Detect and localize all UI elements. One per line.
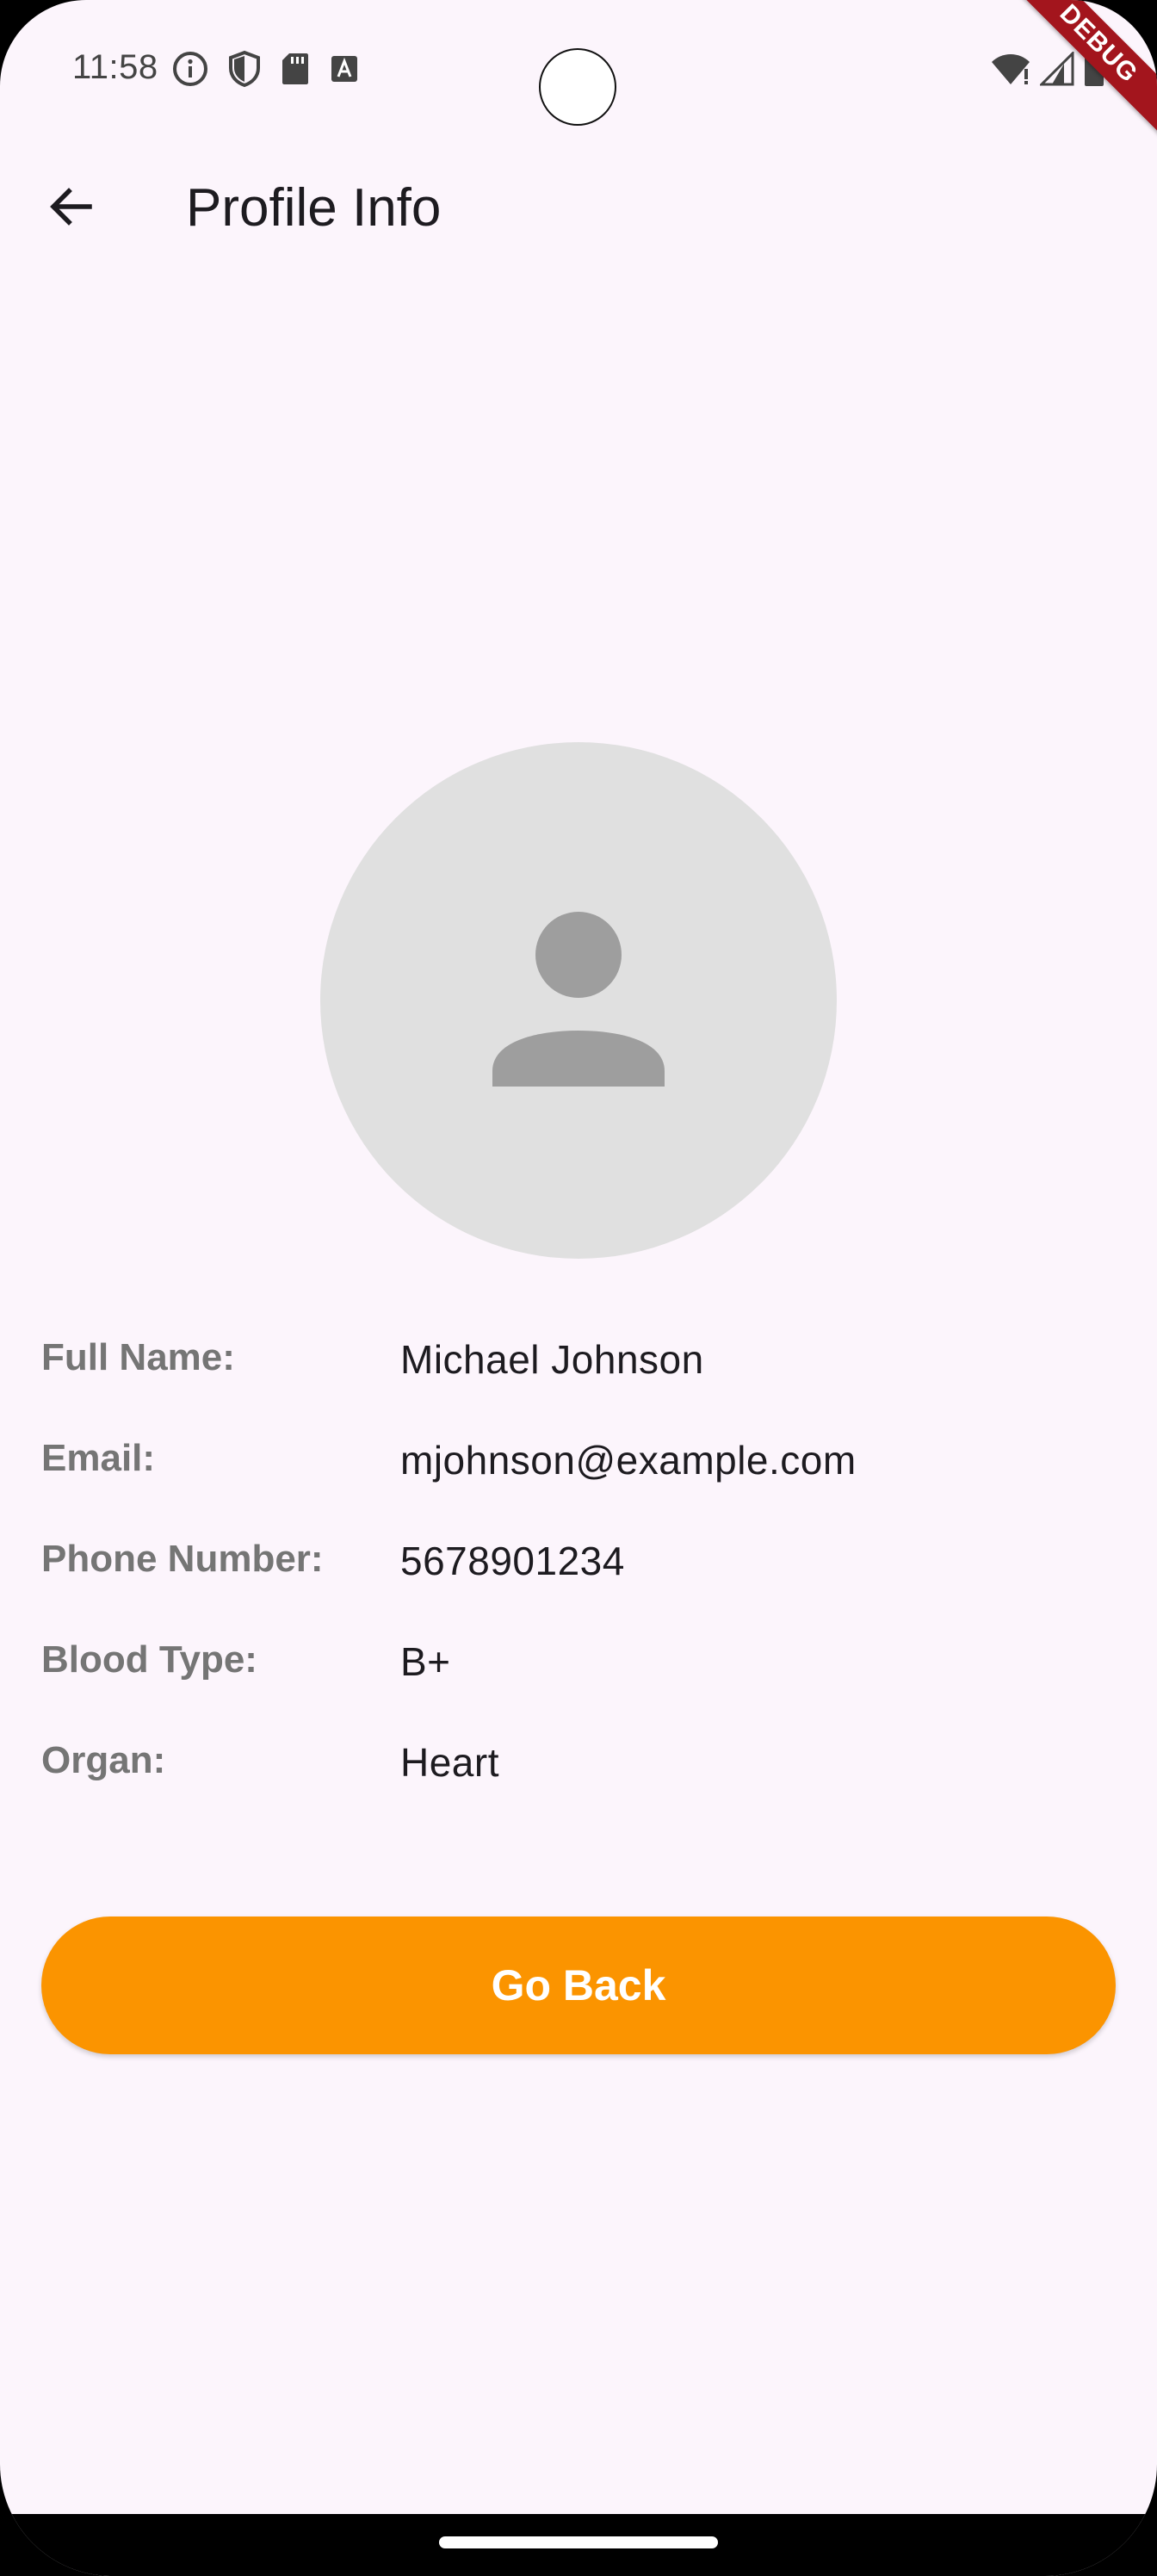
info-row-phone: Phone Number: 5678901234 <box>41 1527 1126 1628</box>
email-value: mjohnson@example.com <box>400 1438 857 1483</box>
blood-type-label: Blood Type: <box>41 1638 257 1681</box>
info-row-email: Email: mjohnson@example.com <box>41 1427 1126 1527</box>
status-icons-left <box>172 50 360 88</box>
email-label: Email: <box>41 1437 156 1479</box>
navigation-bar <box>0 2514 1157 2576</box>
signal-icon <box>1038 50 1074 90</box>
avatar <box>320 742 837 1259</box>
full-name-label: Full Name: <box>41 1336 235 1378</box>
organ-label: Organ: <box>41 1739 166 1781</box>
go-back-button[interactable]: Go Back <box>41 1917 1116 2054</box>
back-button[interactable] <box>29 174 112 243</box>
shield-icon <box>227 50 262 88</box>
status-time: 11:58 <box>72 48 158 86</box>
app-screen: 11:58 DEBUG Profile Info Full Name: Mich… <box>0 0 1157 2576</box>
phone-value: 5678901234 <box>400 1539 625 1583</box>
info-circle-icon <box>172 51 208 87</box>
arrow-back-icon <box>46 183 95 235</box>
profile-info-list: Full Name: Michael Johnson Email: mjohns… <box>41 1326 1126 1830</box>
sd-card-icon <box>281 52 310 86</box>
organ-value: Heart <box>400 1740 499 1785</box>
info-row-blood-type: Blood Type: B+ <box>41 1628 1126 1729</box>
wifi-icon <box>990 52 1031 90</box>
info-row-organ: Organ: Heart <box>41 1729 1126 1830</box>
page-title: Profile Info <box>186 178 442 238</box>
phone-label: Phone Number: <box>41 1538 324 1580</box>
camera-cutout <box>539 48 616 126</box>
full-name-value: Michael Johnson <box>400 1337 704 1382</box>
home-indicator[interactable] <box>439 2536 718 2548</box>
a-box-icon <box>329 53 360 84</box>
app-bar: Profile Info <box>0 155 1157 262</box>
info-row-full-name: Full Name: Michael Johnson <box>41 1326 1126 1427</box>
blood-type-value: B+ <box>400 1639 451 1684</box>
